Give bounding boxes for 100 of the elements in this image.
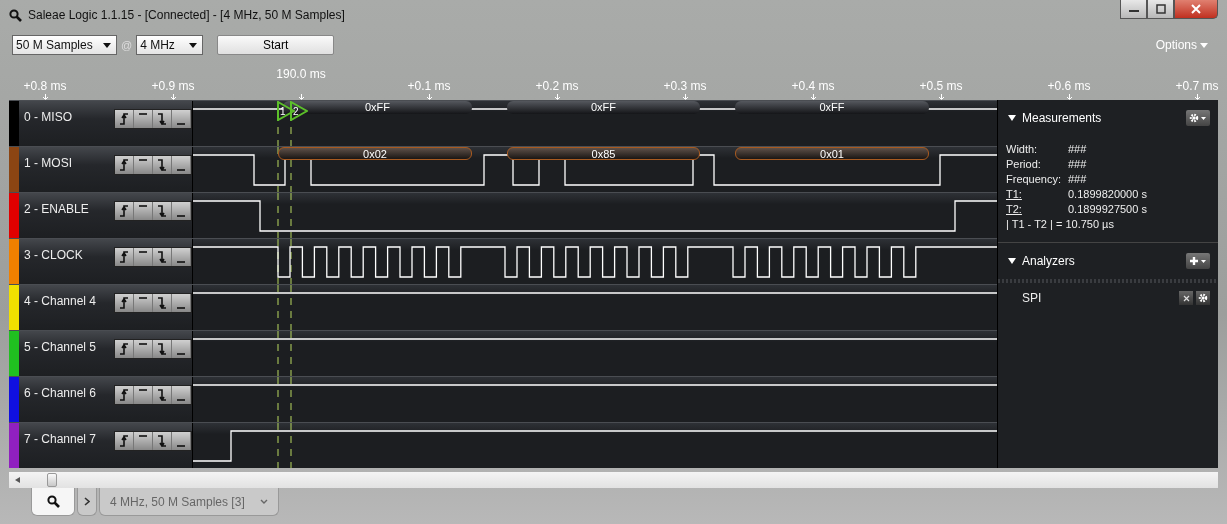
low-level-trigger-button[interactable]	[172, 248, 191, 266]
low-level-trigger-button[interactable]	[172, 340, 191, 358]
channel-name[interactable]: 5 - Channel 5	[24, 340, 114, 354]
falling-edge-icon	[157, 297, 167, 309]
close-button[interactable]	[1174, 0, 1218, 19]
search-tab[interactable]	[31, 488, 75, 516]
tick-arrow-icon	[1193, 94, 1201, 100]
channel-name[interactable]: 0 - MISO	[24, 110, 114, 124]
chevron-right-icon	[84, 497, 90, 506]
low-level-trigger-button[interactable]	[172, 156, 191, 174]
measurement-label: Period:	[1006, 157, 1042, 172]
cursor-time-link[interactable]: T2:	[1006, 202, 1068, 217]
close-icon	[1190, 4, 1202, 14]
time-tick-label: +0.1 ms	[407, 80, 451, 93]
falling-edge-trigger-button[interactable]	[153, 248, 172, 266]
falling-edge-trigger-button[interactable]	[153, 156, 172, 174]
channel-name[interactable]: 2 - ENABLE	[24, 202, 114, 216]
tick-arrow-icon	[553, 94, 561, 100]
falling-edge-trigger-button[interactable]	[153, 386, 172, 404]
high-level-trigger-button[interactable]	[134, 110, 153, 128]
maximize-button[interactable]	[1147, 0, 1174, 19]
high-level-trigger-button[interactable]	[134, 340, 153, 358]
channel-name[interactable]: 6 - Channel 6	[24, 386, 114, 400]
capture-tab[interactable]: 4 MHz, 50 M Samples [3]	[99, 488, 279, 516]
cursor-time-link[interactable]: T1:	[1006, 187, 1068, 202]
decoded-byte: 0xFF	[735, 101, 929, 114]
tick-arrow-icon	[1065, 94, 1073, 100]
measurement-value: ###	[1068, 142, 1087, 157]
time-tick-label: +0.7 ms	[1175, 80, 1219, 93]
channel-name[interactable]: 7 - Channel 7	[24, 432, 114, 446]
remove-analyzer-button[interactable]	[1179, 291, 1193, 305]
decoded-byte: 0x85	[507, 147, 700, 160]
search-icon	[9, 8, 22, 22]
collapse-triangle-icon	[1008, 258, 1016, 264]
settings-button[interactable]	[1186, 110, 1210, 126]
low-level-trigger-button[interactable]	[172, 386, 191, 404]
falling-edge-trigger-button[interactable]	[153, 432, 172, 450]
search-icon	[46, 495, 60, 508]
time-tick-label: +0.8 ms	[23, 80, 67, 93]
low-level-trigger-button[interactable]	[172, 432, 191, 450]
low-level-trigger-button[interactable]	[172, 202, 191, 220]
start-button[interactable]: Start	[217, 35, 335, 55]
falling-edge-icon	[157, 435, 167, 447]
high-level-trigger-button[interactable]	[134, 386, 153, 404]
falling-edge-trigger-button[interactable]	[153, 294, 172, 312]
rising-edge-trigger-button[interactable]	[115, 110, 134, 128]
high-level-trigger-button[interactable]	[134, 156, 153, 174]
rising-edge-trigger-button[interactable]	[115, 202, 134, 220]
measurements-header[interactable]: Measurements	[1008, 111, 1102, 125]
sample-rate-dropdown[interactable]: 4 MHz	[136, 35, 204, 55]
rising-edge-icon	[119, 435, 129, 447]
falling-edge-trigger-button[interactable]	[153, 110, 172, 128]
falling-edge-trigger-button[interactable]	[153, 340, 172, 358]
analyzer-settings-button[interactable]	[1196, 291, 1210, 305]
time-tick-label: +0.2 ms	[535, 80, 579, 93]
tick-arrow-icon	[937, 94, 945, 100]
time-tick-label: 190.0 ms	[276, 68, 326, 81]
low-level-trigger-button[interactable]	[172, 294, 191, 312]
rising-edge-trigger-button[interactable]	[115, 156, 134, 174]
channel-name[interactable]: 4 - Channel 4	[24, 294, 114, 308]
rising-edge-trigger-button[interactable]	[115, 386, 134, 404]
rising-edge-trigger-button[interactable]	[115, 432, 134, 450]
high-level-trigger-button[interactable]	[134, 294, 153, 312]
sample-count-dropdown[interactable]: 50 M Samples	[12, 35, 117, 55]
low-level-trigger-button[interactable]	[172, 110, 191, 128]
decoded-byte: 0x02	[278, 147, 472, 160]
high-level-trigger-button[interactable]	[134, 248, 153, 266]
horizontal-scrollbar[interactable]	[9, 472, 1218, 488]
analyzer-name[interactable]: SPI	[1022, 291, 1176, 305]
minimize-button[interactable]	[1120, 0, 1147, 19]
rising-edge-trigger-button[interactable]	[115, 340, 134, 358]
channel-name[interactable]: 3 - CLOCK	[24, 248, 114, 262]
window-title: Saleae Logic 1.1.15 - [Connected] - [4 MHz, 50 M Samples]	[28, 8, 345, 22]
rising-edge-trigger-button[interactable]	[115, 248, 134, 266]
decoded-byte: 0x01	[735, 147, 929, 160]
falling-edge-trigger-button[interactable]	[153, 202, 172, 220]
cursor-marker[interactable]: 2	[290, 101, 308, 121]
collapse-triangle-icon	[1008, 115, 1016, 121]
at-sign: @	[121, 39, 133, 51]
high-level-trigger-button[interactable]	[134, 202, 153, 220]
measurement-value: 0.1899820000 s	[1068, 187, 1147, 202]
rising-edge-icon	[119, 389, 129, 401]
add-analyzer-button[interactable]	[1186, 253, 1210, 269]
tick-arrow-icon	[297, 94, 305, 100]
time-tick-label: +0.3 ms	[663, 80, 707, 93]
measurement-value: ###	[1068, 157, 1087, 172]
time-tick-label: +0.9 ms	[151, 80, 195, 93]
channel-name[interactable]: 1 - MOSI	[24, 156, 114, 170]
maximize-icon	[1154, 4, 1167, 14]
scrollbar-thumb[interactable]	[47, 473, 57, 487]
tick-arrow-icon	[169, 94, 177, 100]
rising-edge-trigger-button[interactable]	[115, 294, 134, 312]
rising-edge-icon	[119, 205, 129, 217]
time-tick-label: +0.6 ms	[1047, 80, 1091, 93]
caret-icon	[103, 42, 111, 48]
falling-edge-icon	[157, 251, 167, 263]
high-level-trigger-button[interactable]	[134, 432, 153, 450]
analyzers-header[interactable]: Analyzers	[1008, 254, 1075, 268]
falling-edge-icon	[157, 205, 167, 217]
expand-tab[interactable]	[77, 488, 97, 516]
